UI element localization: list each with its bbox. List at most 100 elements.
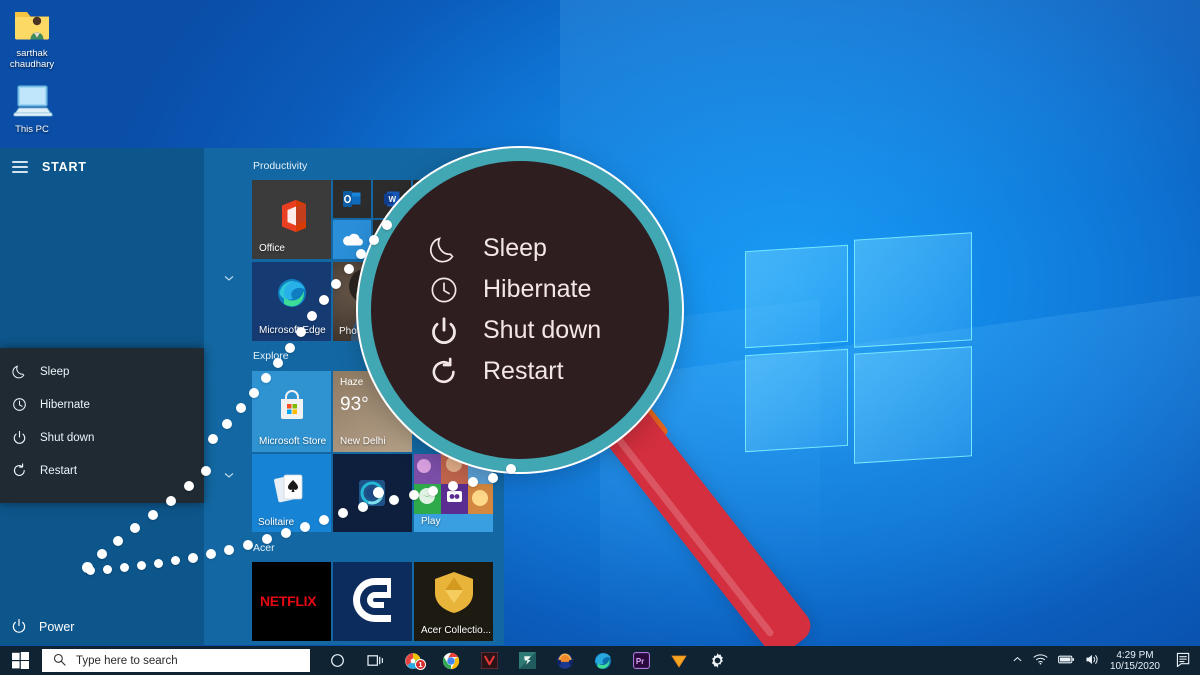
pointer-trail-dot <box>448 481 458 491</box>
taskbar-paint3d-button[interactable]: 1 <box>394 646 432 675</box>
taskbar-edge-button[interactable] <box>584 646 622 675</box>
action-center-icon[interactable] <box>1176 652 1192 670</box>
taskbar-cortana-button[interactable] <box>318 646 356 675</box>
magnified-option-label: Sleep <box>483 234 547 263</box>
pointer-trail-dot <box>506 464 516 474</box>
taskbar-filmora-button[interactable] <box>508 646 546 675</box>
headphones-icon <box>556 652 574 670</box>
volume-icon[interactable] <box>1085 653 1100 669</box>
power-option-label: Hibernate <box>40 399 90 411</box>
pointer-trail-dot <box>148 510 158 520</box>
battery-icon[interactable] <box>1058 654 1075 668</box>
pointer-trail-dot <box>468 477 478 487</box>
tile-office[interactable]: Office <box>252 180 331 259</box>
start-menu-header: START <box>0 148 204 186</box>
filmora-icon <box>519 652 536 669</box>
start-button[interactable] <box>0 646 40 675</box>
pointer-trail-dot <box>344 264 354 274</box>
tile-label: Microsoft Store <box>259 436 326 447</box>
taskbar-app-icons: 1 <box>318 646 736 675</box>
user-folder-icon <box>0 6 64 45</box>
taskbar-audio-app-button[interactable] <box>546 646 584 675</box>
taskbar-task-view-button[interactable] <box>356 646 394 675</box>
power-option-sleep[interactable]: Sleep <box>0 359 204 384</box>
restart-icon <box>12 463 27 478</box>
desktop-icon-label: This PC <box>15 124 49 135</box>
start-menu-power-button[interactable]: Power <box>0 609 204 645</box>
pointer-trail-dot <box>113 536 123 546</box>
task-view-icon <box>367 653 384 668</box>
tile-netflix[interactable]: NETFLIX <box>252 562 331 641</box>
tile-label: Acer Collectio... <box>421 625 491 636</box>
settings-gear-icon <box>709 652 726 669</box>
pointer-trail-dot <box>319 295 329 305</box>
tile-label: Solitaire <box>258 517 294 528</box>
magnified-option-sleep[interactable]: Sleep <box>429 234 669 264</box>
power-option-restart[interactable]: Restart <box>0 458 204 483</box>
power-option-hibernate[interactable]: Hibernate <box>0 392 204 417</box>
pointer-trail-dot <box>188 553 198 563</box>
cortana-icon <box>330 653 345 668</box>
chrome-icon <box>442 652 460 670</box>
clock-icon <box>12 397 27 412</box>
taskbar-chrome-button[interactable] <box>432 646 470 675</box>
magnified-option-hibernate[interactable]: Hibernate <box>429 275 669 305</box>
pointer-trail-dot <box>166 496 176 506</box>
moon-icon <box>12 364 27 379</box>
pointer-trail-dot <box>262 534 272 544</box>
tile-label: Office <box>259 243 285 254</box>
desktop-icon-user-folder[interactable]: sarthak chaudhary <box>0 6 64 70</box>
this-pc-icon <box>0 84 64 121</box>
taskbar-vivaldi-button[interactable] <box>470 646 508 675</box>
acer-collection-icon <box>433 570 475 614</box>
taskbar-clock[interactable]: 4:29 PM 10/15/2020 <box>1110 650 1160 672</box>
pointer-trail-dot <box>224 545 234 555</box>
svg-text:W: W <box>389 195 397 204</box>
magnified-option-restart[interactable]: Restart <box>429 357 669 387</box>
tile-label: Play <box>421 516 440 527</box>
pointer-trail-dot <box>356 249 366 259</box>
magnified-option-shut-down[interactable]: Shut down <box>429 316 669 346</box>
search-icon <box>53 653 66 669</box>
power-icon <box>12 430 27 445</box>
search-input[interactable]: Type here to search <box>42 649 310 672</box>
pointer-trail-dot <box>296 327 306 337</box>
svg-text:Pr: Pr <box>635 657 643 666</box>
triangle-icon <box>670 653 688 669</box>
pointer-trail-dot <box>97 549 107 559</box>
power-option-label: Sleep <box>40 366 69 378</box>
pointer-trail-dot <box>281 528 291 538</box>
show-hidden-icons-chevron-icon[interactable] <box>1012 654 1023 668</box>
chevron-down-icon[interactable] <box>223 271 235 283</box>
magnified-option-label: Restart <box>483 357 564 386</box>
pointer-trail-dot <box>382 220 392 230</box>
taskbar-settings-button[interactable] <box>698 646 736 675</box>
outlook-icon <box>343 191 361 207</box>
tile-outlook[interactable] <box>333 180 371 218</box>
magnified-option-label: Hibernate <box>483 275 591 304</box>
chevron-down-icon[interactable] <box>223 468 235 480</box>
tile-acer-collection[interactable]: Acer Collectio... <box>414 562 493 641</box>
pointer-trail-dot <box>103 565 112 574</box>
taskbar-premiere-pro-button[interactable]: Pr <box>622 646 660 675</box>
office-icon <box>277 199 307 233</box>
pointer-trail-dot <box>369 235 379 245</box>
pointer-trail-dot <box>222 419 232 429</box>
taskbar: Type here to search <box>0 646 1200 675</box>
pointer-trail-dot <box>338 508 348 518</box>
taskbar-video-editor-button[interactable] <box>660 646 698 675</box>
clock-icon <box>429 275 459 305</box>
wifi-icon[interactable] <box>1033 653 1048 668</box>
tile-bittorrent[interactable] <box>333 562 412 641</box>
power-option-shut-down[interactable]: Shut down <box>0 425 204 450</box>
tile-microsoft-store[interactable]: Microsoft Store <box>252 371 331 452</box>
power-option-label: Restart <box>40 465 77 477</box>
search-placeholder: Type here to search <box>76 655 178 667</box>
hamburger-menu-icon[interactable] <box>12 161 28 173</box>
weather-temperature: 93° <box>340 394 369 416</box>
power-options-flyout: Sleep Hibernate Shut down Restart <box>0 348 204 503</box>
desktop-icon-this-pc[interactable]: This PC <box>0 84 64 135</box>
tile-label: New Delhi <box>340 436 386 447</box>
start-menu-title: START <box>42 160 87 174</box>
store-icon <box>277 390 307 420</box>
